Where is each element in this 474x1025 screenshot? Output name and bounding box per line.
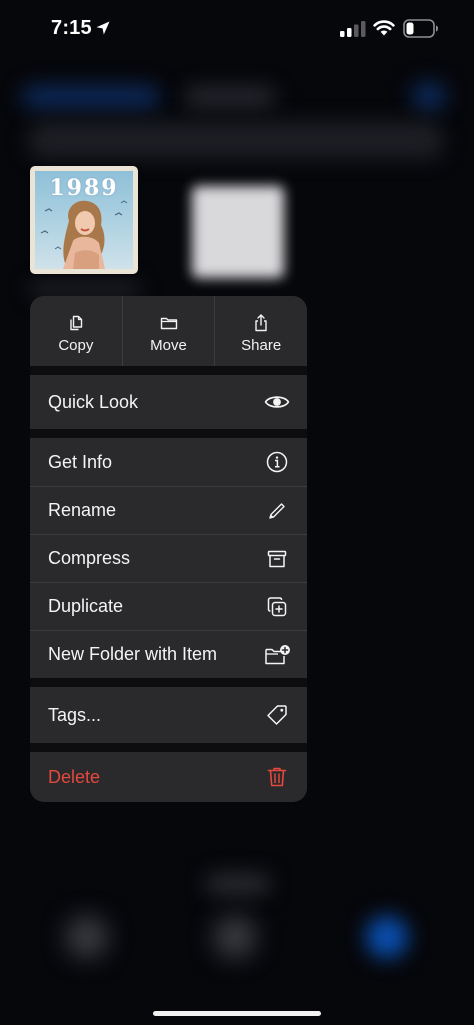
rename-item[interactable]: Rename (30, 486, 307, 534)
rename-label: Rename (48, 500, 117, 520)
share-action[interactable]: Share (214, 296, 307, 366)
wifi-icon (373, 20, 395, 36)
blurred-more-button (412, 82, 446, 110)
blurred-tab-browse (366, 916, 408, 958)
tag-icon (267, 705, 287, 725)
blurred-tab-shared (214, 916, 256, 958)
menu-separator (30, 366, 307, 375)
blurred-tab-recents (66, 916, 108, 958)
blurred-file-caption (30, 282, 140, 296)
folder-plus-icon (265, 644, 290, 664)
blurred-item-count (206, 874, 270, 894)
delete-item[interactable]: Delete (30, 752, 307, 802)
compress-label: Compress (48, 548, 131, 568)
blurred-search-field (30, 122, 442, 158)
folder-icon (160, 317, 177, 330)
tags-item[interactable]: Tags... (30, 687, 307, 743)
duplicate-icon (267, 596, 287, 616)
cellular-signal-icon (340, 21, 366, 37)
share-icon (255, 314, 267, 332)
get-info-item[interactable]: Get Info (30, 438, 307, 486)
status-time: 7:15 (51, 17, 92, 39)
location-arrow-icon (96, 21, 110, 35)
quick-look-item[interactable]: Quick Look (30, 375, 307, 429)
status-bar: 7:15 (0, 0, 474, 56)
duplicate-item[interactable]: Duplicate (30, 582, 307, 630)
blurred-file-thumbnail (192, 186, 284, 278)
copy-icon (70, 315, 83, 331)
delete-label: Delete (48, 766, 101, 787)
compress-item[interactable]: Compress (30, 534, 307, 582)
share-label: Share (241, 337, 282, 354)
album-cover-image: 1989 (35, 171, 133, 269)
duplicate-label: Duplicate (48, 596, 124, 616)
info-icon (266, 451, 288, 473)
trash-icon (267, 767, 287, 787)
quick-look-label: Quick Look (48, 391, 139, 412)
battery-icon (403, 19, 438, 38)
eye-icon (264, 396, 290, 408)
new-folder-with-item[interactable]: New Folder with Item (30, 630, 307, 678)
blurred-nav-title (185, 88, 275, 106)
blurred-back-button (22, 86, 160, 108)
context-menu: Copy Move Share Quick Look Get Info Rena… (30, 296, 307, 802)
move-label: Move (150, 337, 187, 354)
tags-label: Tags... (48, 704, 102, 725)
file-actions-group: Get Info Rename Compress Duplicate New F… (30, 438, 307, 678)
menu-separator (30, 429, 307, 438)
copy-action[interactable]: Copy (30, 296, 122, 366)
selected-file-thumbnail[interactable]: 1989 (30, 166, 138, 274)
album-title-text: 1989 (49, 175, 119, 201)
home-indicator[interactable] (153, 1011, 321, 1016)
quick-actions-row: Copy Move Share (30, 296, 307, 366)
archive-box-icon (267, 550, 287, 567)
copy-label: Copy (58, 337, 94, 354)
pencil-icon (269, 502, 285, 519)
get-info-label: Get Info (48, 451, 113, 472)
menu-separator (30, 743, 307, 752)
menu-separator (30, 678, 307, 687)
new-folder-label: New Folder with Item (48, 644, 218, 664)
move-action[interactable]: Move (121, 296, 215, 366)
